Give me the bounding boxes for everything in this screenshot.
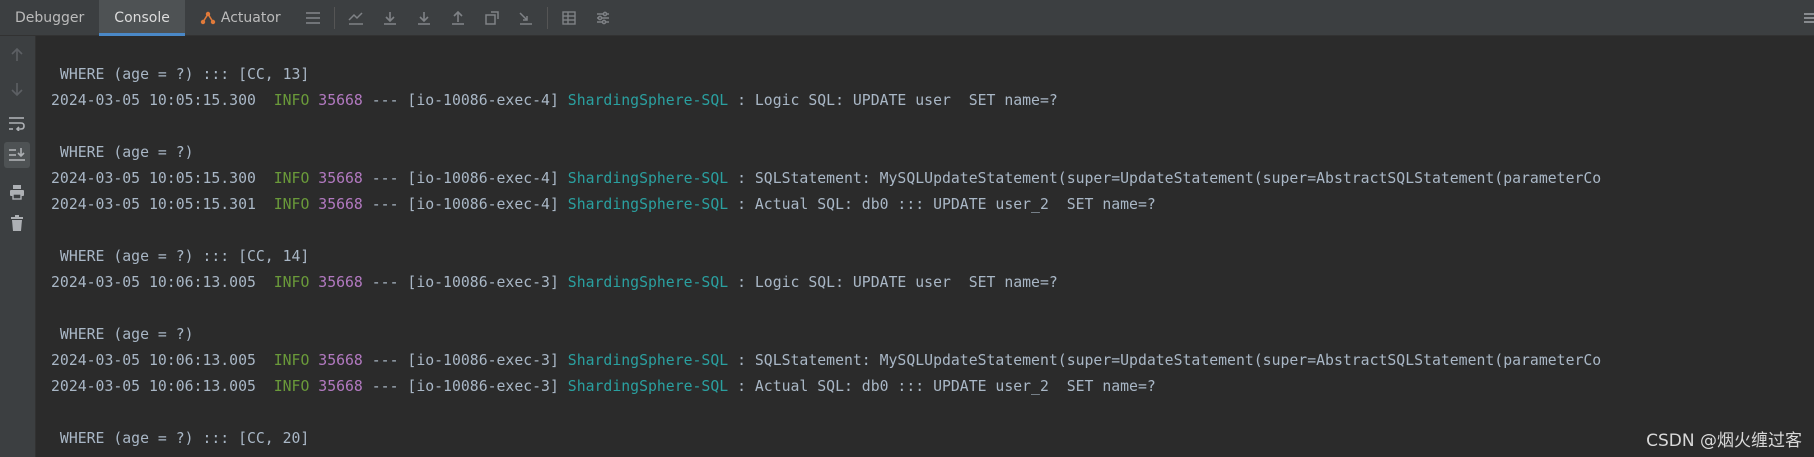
log-message: : SQLStatement: MySQLUpdateStatement(sup… <box>737 352 1602 369</box>
log-level: INFO <box>273 378 310 395</box>
log-pid: 35668 <box>318 196 363 213</box>
log-pid: 35668 <box>318 170 363 187</box>
log-timestamp: 2024-03-05 10:05:15.300 <box>51 92 256 109</box>
log-separator: --- <box>371 378 399 395</box>
sql-text-line: WHERE (age = ?) <box>51 144 194 161</box>
more-options-icon[interactable] <box>1796 0 1814 36</box>
log-pid: 35668 <box>318 274 363 291</box>
log-level: INFO <box>273 92 310 109</box>
log-separator: --- <box>371 352 399 369</box>
log-line: 2024-03-05 10:05:15.301 INFO 35668 --- [… <box>51 194 1156 216</box>
log-level: INFO <box>273 196 310 213</box>
down-arrow-icon[interactable] <box>4 76 30 102</box>
log-logger: ShardingSphere-SQL <box>567 274 729 291</box>
actuator-icon <box>200 10 216 26</box>
trash-icon[interactable] <box>4 210 30 236</box>
sql-text-line: WHERE (age = ?) <box>51 326 194 343</box>
log-timestamp: 2024-03-05 10:06:13.005 <box>51 378 256 395</box>
log-message: : SQLStatement: MySQLUpdateStatement(sup… <box>737 170 1602 187</box>
tab-console[interactable]: Console <box>99 0 185 36</box>
tool-window-tabbar: Debugger Console Actuator <box>0 0 1814 36</box>
log-thread: [io-10086-exec-3] <box>407 378 559 395</box>
log-thread: [io-10086-exec-4] <box>407 170 559 187</box>
run-to-cursor-icon[interactable] <box>475 0 509 36</box>
tab-debugger-label: Debugger <box>15 9 85 26</box>
tab-debugger[interactable]: Debugger <box>0 0 99 36</box>
log-level: INFO <box>273 170 310 187</box>
watermark: CSDN @烟火缠过客 <box>1646 431 1802 451</box>
up-arrow-icon[interactable] <box>4 42 30 68</box>
log-line: 2024-03-05 10:06:13.005 INFO 35668 --- [… <box>51 350 1601 372</box>
tab-actuator[interactable]: Actuator <box>185 0 296 36</box>
tab-console-label: Console <box>114 9 170 26</box>
log-line: 2024-03-05 10:05:15.300 INFO 35668 --- [… <box>51 90 1058 112</box>
soft-wrap-icon[interactable] <box>4 110 30 136</box>
toolbar-separator <box>546 6 548 29</box>
log-logger: ShardingSphere-SQL <box>567 92 729 109</box>
log-thread: [io-10086-exec-3] <box>407 274 559 291</box>
log-logger: ShardingSphere-SQL <box>567 352 729 369</box>
settings-list-icon[interactable] <box>586 0 620 36</box>
step-into-icon[interactable] <box>407 0 441 36</box>
log-message: : Actual SQL: db0 ::: UPDATE user_2 SET … <box>737 196 1156 213</box>
console-gutter <box>0 36 36 457</box>
log-level: INFO <box>273 352 310 369</box>
log-pid: 35668 <box>318 92 363 109</box>
log-message: : Logic SQL: UPDATE user SET name=? <box>737 92 1058 109</box>
log-pid: 35668 <box>318 352 363 369</box>
log-logger: ShardingSphere-SQL <box>567 196 729 213</box>
restore-layout-icon[interactable] <box>339 0 373 36</box>
log-timestamp: 2024-03-05 10:06:13.005 <box>51 274 256 291</box>
log-pid: 35668 <box>318 378 363 395</box>
log-separator: --- <box>371 92 399 109</box>
tab-actuator-label: Actuator <box>220 9 281 26</box>
console-output[interactable]: WHERE (age = ?) ::: [CC, 13]2024-03-05 1… <box>36 36 1814 457</box>
log-separator: --- <box>371 274 399 291</box>
print-icon[interactable] <box>4 179 30 205</box>
table-icon[interactable] <box>552 0 586 36</box>
log-timestamp: 2024-03-05 10:06:13.005 <box>51 352 256 369</box>
evaluate-icon[interactable] <box>509 0 543 36</box>
log-logger: ShardingSphere-SQL <box>567 170 729 187</box>
step-over-icon[interactable] <box>373 0 407 36</box>
log-level: INFO <box>273 274 310 291</box>
log-timestamp: 2024-03-05 10:05:15.300 <box>51 170 256 187</box>
scroll-to-end-icon[interactable] <box>4 142 30 168</box>
log-line: 2024-03-05 10:06:13.005 INFO 35668 --- [… <box>51 376 1156 398</box>
log-thread: [io-10086-exec-4] <box>407 196 559 213</box>
log-line: 2024-03-05 10:05:15.300 INFO 35668 --- [… <box>51 168 1601 190</box>
log-separator: --- <box>371 196 399 213</box>
toolbar-separator <box>333 6 335 29</box>
log-message: : Logic SQL: UPDATE user SET name=? <box>737 274 1058 291</box>
sql-text-line: WHERE (age = ?) ::: [CC, 14] <box>51 248 310 265</box>
step-out-icon[interactable] <box>441 0 475 36</box>
log-thread: [io-10086-exec-3] <box>407 352 559 369</box>
log-logger: ShardingSphere-SQL <box>567 378 729 395</box>
log-thread: [io-10086-exec-4] <box>407 92 559 109</box>
sql-text-line: WHERE (age = ?) ::: [CC, 13] <box>51 66 310 83</box>
log-timestamp: 2024-03-05 10:05:15.301 <box>51 196 256 213</box>
log-message: : Actual SQL: db0 ::: UPDATE user_2 SET … <box>737 378 1156 395</box>
sql-text-line: WHERE (age = ?) ::: [CC, 20] <box>51 430 310 447</box>
log-separator: --- <box>371 170 399 187</box>
log-line: 2024-03-05 10:06:13.005 INFO 35668 --- [… <box>51 272 1058 294</box>
menu-icon[interactable] <box>296 0 330 36</box>
